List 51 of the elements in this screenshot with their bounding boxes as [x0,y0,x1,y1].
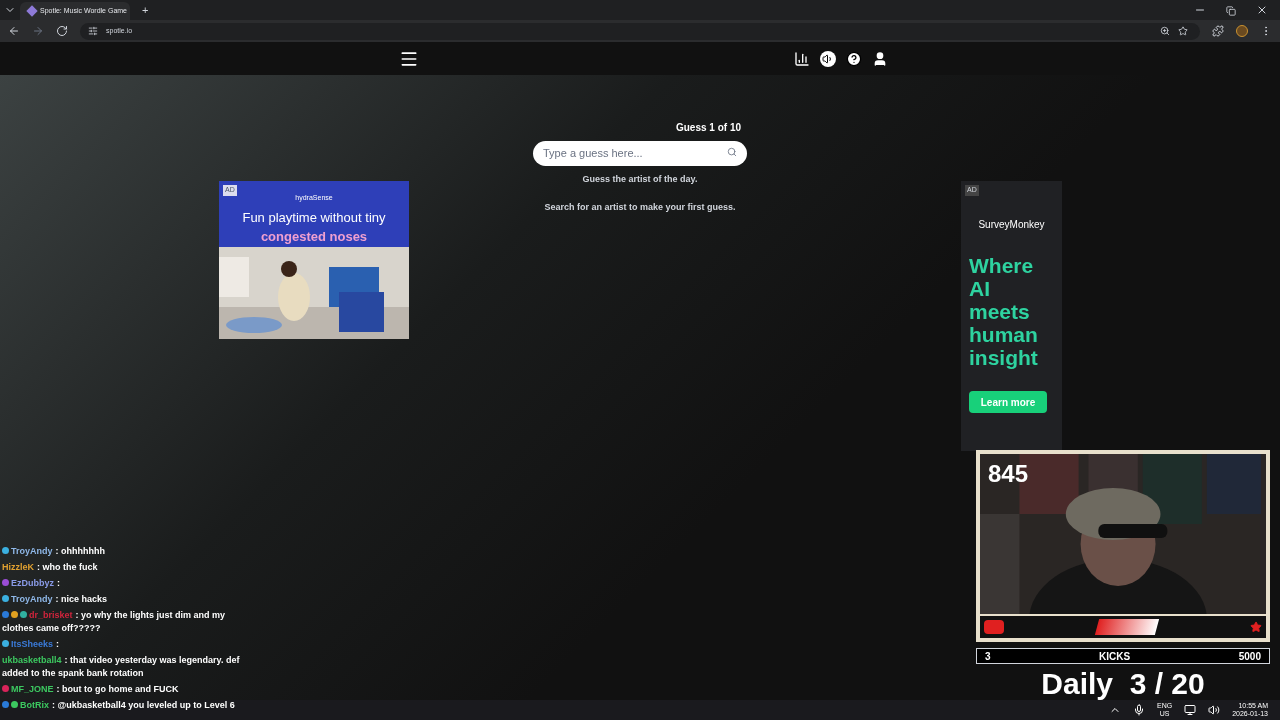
brand-logo: SurveyMonkey [978,218,1045,232]
microphone-icon[interactable] [1133,704,1145,716]
sound-icon[interactable] [820,50,836,67]
account-icon[interactable] [872,50,888,67]
reload-icon[interactable] [56,25,68,37]
ad-headline: meets [969,300,1031,323]
chat-message: MF_JONE : bout to go home and FUCK [2,683,240,696]
chat-username[interactable]: ukbasketball4 [2,655,62,665]
search-icon [727,147,737,157]
star-icon [1250,621,1262,633]
chat-message: TroyAndy : nice hacks [2,593,240,606]
stats-bar: 3 KICKS 5000 [976,648,1270,664]
hint-text: Guess the artist of the day. [582,173,698,186]
daily-goal: Daily 3 / 20 [1041,668,1205,700]
ad-highlight: congested noses [260,228,368,246]
chat-username[interactable]: TroyAndy [11,546,53,556]
new-tab-button[interactable]: + [142,1,149,18]
logo-icon [984,620,1004,634]
viewer-count: 845 [988,459,1029,489]
stats-icon[interactable] [794,50,810,67]
chat-username[interactable]: MF_JONE [11,684,54,694]
ad-headline: AI [969,277,991,300]
instruction-text: Search for an artist to make your first guess. [544,200,736,214]
zoom-icon[interactable] [1160,26,1170,36]
chat-username[interactable]: EzDubbyz [11,578,54,588]
extensions-icon[interactable] [1212,25,1224,37]
profile-avatar[interactable] [1236,25,1248,37]
restore-icon[interactable] [1226,6,1236,16]
chat-username[interactable]: BotRix [20,700,49,710]
ad-headline: human [969,323,1039,346]
ad-headline: Where [969,254,1035,277]
back-icon[interactable] [8,25,20,37]
chat-username[interactable]: HizzleK [2,562,34,572]
chat-message: HizzleK : who the fuck [2,561,99,574]
search-field[interactable]: Type a guess here... [533,140,747,166]
help-icon[interactable] [846,50,862,67]
site-settings-icon[interactable] [88,26,98,36]
ad-headline: insight [969,346,1039,369]
close-icon[interactable] [1256,4,1268,16]
chat-username[interactable]: ItsSheeks [11,639,54,649]
volume-icon[interactable] [1208,704,1221,716]
guess-counter: Guess 1 of 10 [675,121,741,135]
chat-message: TroyAndy : ohhhhhhh [2,545,240,558]
favicon-icon [26,5,38,17]
chat-message: ukbasketball4 : that video yesterday was legendary. def added to the spank bank rotation [2,654,240,680]
chat-message: dr_brisket : yo why the lights just dim and my clothes came off????? [2,609,227,635]
ad-headline: Fun playtime without tiny [242,208,386,227]
chat-username[interactable]: TroyAndy [11,594,53,604]
chat-message: ItsSheeks : [2,638,240,651]
chat-message: EzDubbyz : [2,577,240,590]
bookmark-icon[interactable] [1178,26,1188,36]
